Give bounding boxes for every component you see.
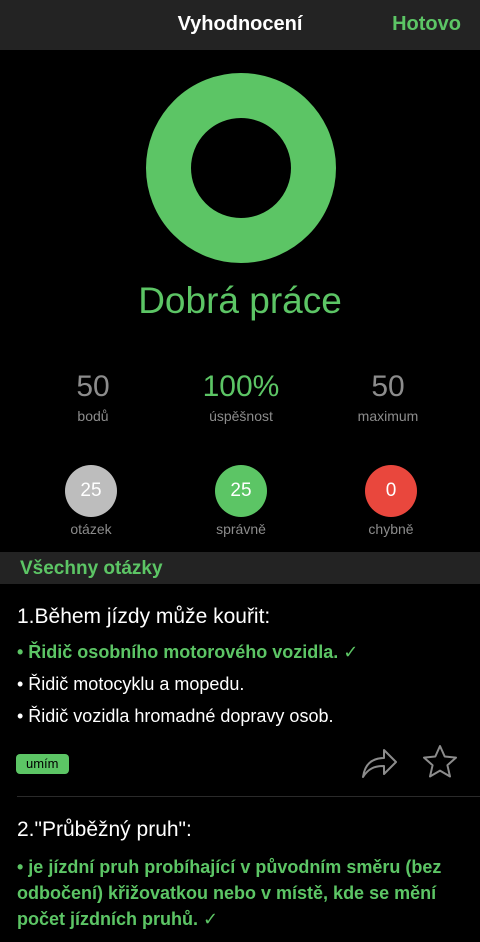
wrong-count-label: chybně — [368, 521, 414, 537]
points-stat: 50 bodů — [13, 370, 173, 424]
correct-count: 25 správně — [161, 465, 321, 537]
questions-count-badge: 25 — [65, 465, 117, 517]
all-questions-header: Všechny otázky — [0, 552, 480, 584]
points-value: 50 — [76, 370, 110, 403]
correct-count-label: správně — [216, 521, 266, 537]
question-title: 1.Během jízdy může kouřit: — [17, 605, 271, 628]
known-badge: umím — [16, 754, 69, 774]
answer-option: • Řidič motocyklu a mopedu. — [17, 674, 245, 694]
wrong-count: 0 chybně — [311, 465, 471, 537]
maximum-value: 50 — [371, 370, 405, 403]
correct-count-badge: 25 — [215, 465, 267, 517]
navigation-bar: Vyhodnocení Hotovo — [0, 0, 480, 50]
divider — [17, 796, 480, 797]
success-value: 100% — [202, 370, 280, 403]
question-item[interactable]: 2."Průběžný pruh": • je jízdní pruh prob… — [17, 818, 467, 942]
questions-count: 25 otázek — [11, 465, 171, 537]
share-icon[interactable] — [360, 745, 398, 781]
star-icon[interactable] — [422, 744, 458, 780]
result-headline: Dobrá práce — [138, 280, 342, 321]
wrong-count-badge: 0 — [365, 465, 417, 517]
success-label: úspěšnost — [209, 408, 273, 424]
questions-count-label: otázek — [70, 521, 112, 537]
answer-option: • Řidič vozidla hromadné dopravy osob. — [17, 706, 334, 726]
answer-correct: • je jízdní pruh probíhající v původním … — [17, 857, 442, 929]
question-item[interactable]: 1.Během jízdy může kouřit: • Řidič osobn… — [17, 605, 467, 737]
maximum-stat: 50 maximum — [308, 370, 468, 424]
done-button[interactable]: Hotovo — [392, 13, 461, 36]
question-title: 2."Průběžný pruh": — [17, 818, 192, 841]
answer-correct: • Řidič osobního motorového vozidla. ✓ — [17, 642, 359, 662]
all-questions-title: Všechny otázky — [20, 558, 163, 579]
success-stat: 100% úspěšnost — [161, 370, 321, 424]
score-ring — [146, 73, 336, 263]
maximum-label: maximum — [357, 408, 419, 424]
points-label: bodů — [77, 408, 109, 424]
